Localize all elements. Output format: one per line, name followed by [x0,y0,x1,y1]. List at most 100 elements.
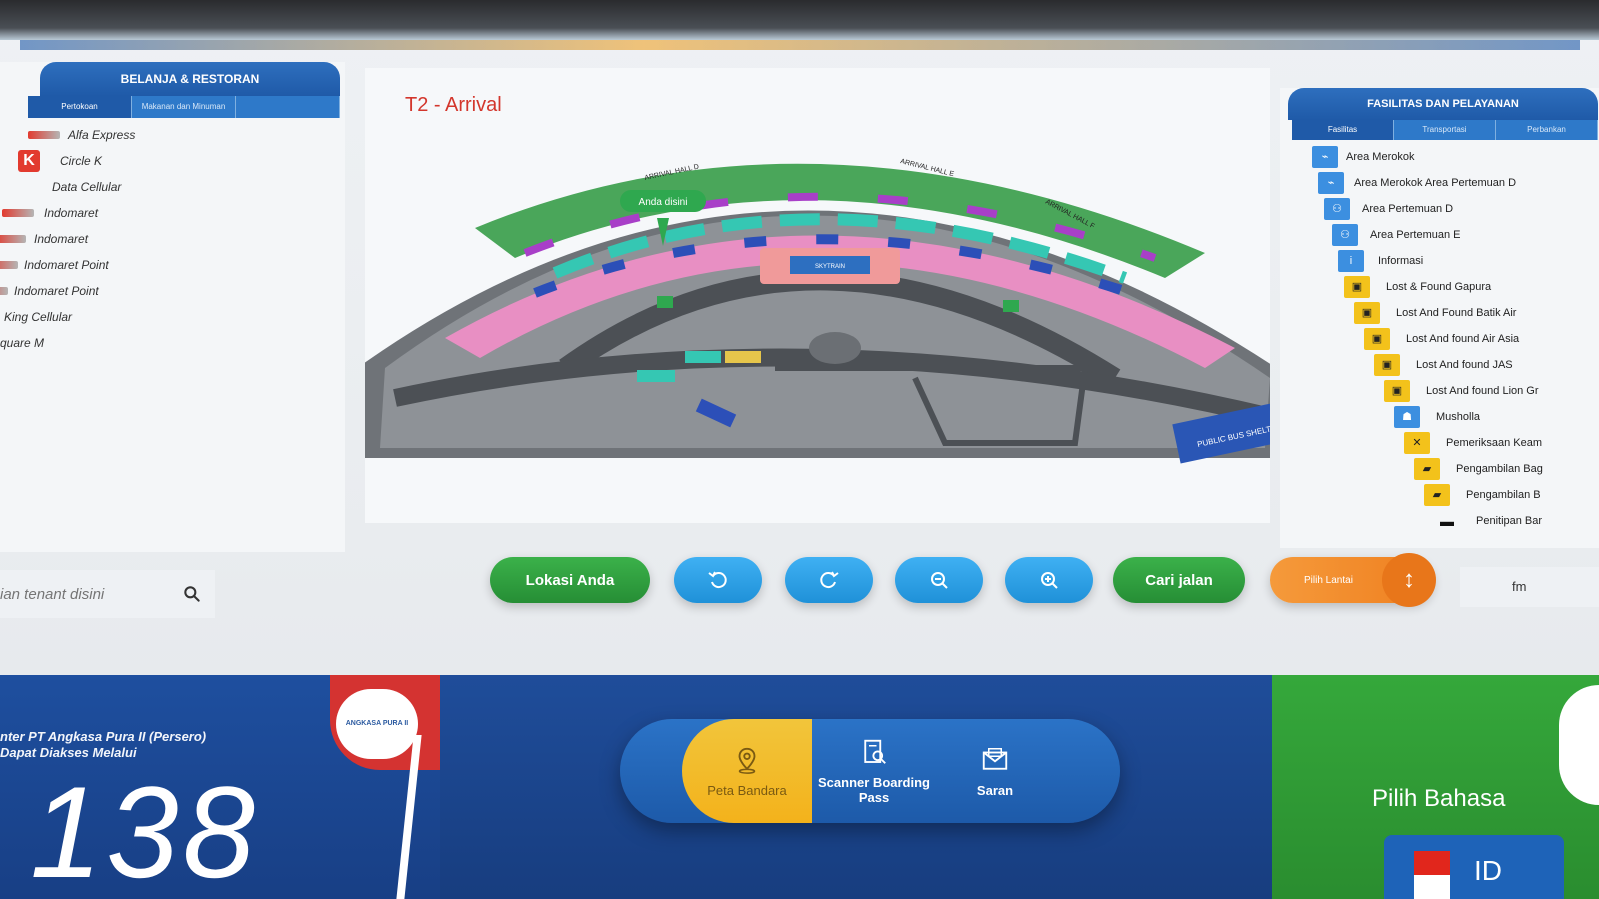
tenant-name: Indomaret [44,206,99,220]
info-icon: i [1338,250,1364,272]
facility-item[interactable]: ▰ Pengambilan Bag [1280,456,1599,482]
tab-pertokoan[interactable]: Pertokoan [28,96,132,118]
indomaret-logo [0,261,18,269]
facility-item[interactable]: ▣ Lost And found Lion Gr [1280,378,1599,404]
terminal-map[interactable]: SKYTRAIN Anda disini ARRIVAL HALL D ARRI… [365,68,1270,523]
tenant-item[interactable]: Indomaret Point [0,252,330,278]
parking-yellow [725,351,761,363]
facility-name: Pengambilan B [1466,489,1541,501]
facility-item[interactable]: ▰ Pengambilan B [1280,482,1599,508]
decor-arc [1559,685,1599,805]
facility-item[interactable]: ⌁ Area Merokok [1280,144,1599,170]
facility-item[interactable]: ▣ Lost And Found Batik Air [1280,300,1599,326]
facility-item[interactable]: ▣ Lost And found Air Asia [1280,326,1599,352]
center-roundabout [809,332,861,364]
find-route-button[interactable]: Cari jalan [1113,557,1245,603]
facility-item[interactable]: ▣ Lost & Found Gapura [1280,274,1599,300]
circlek-logo: K [18,150,40,172]
facilities-panel-title: FASILITAS DAN PELAYANAN [1288,88,1598,120]
tenant-item[interactable]: King Cellular [0,304,330,330]
scanner-icon [864,739,886,764]
lost-found-icon: ▣ [1384,380,1410,402]
indonesia-flag-icon [1414,851,1450,899]
facility-name: Informasi [1378,255,1424,267]
facility-name: Lost And found Lion Gr [1426,385,1539,397]
tenant-item[interactable]: quare M [0,330,330,356]
facility-item[interactable]: ⚇ Area Pertemuan E [1280,222,1599,248]
zoom-out-button[interactable] [895,557,983,603]
map-pin-icon [738,747,756,774]
rotate-right-icon [820,571,839,589]
callcenter-line-1: nter PT Angkasa Pura II (Persero) [0,729,207,744]
facility-list: ⌁ Area Merokok ⌁ Area Merokok Area Pertemu… [1280,144,1599,534]
rotate-right-button[interactable] [785,557,873,603]
indomaret-logo [0,235,26,243]
bottom-bar: nter PT Angkasa Pura II (Persero) Dapat … [0,675,1599,899]
exit-sign-left [657,296,673,308]
alfa-logo [28,131,60,139]
indomaret-logo [2,209,34,217]
tenant-name: Indomaret [34,232,89,246]
exit-sign-right [1003,300,1019,312]
facility-item[interactable]: i Informasi [1280,248,1599,274]
mail-icon [982,747,1008,770]
facility-name: Area Pertemuan E [1370,229,1461,241]
tab-makanan-minuman[interactable]: Makanan dan Minuman [132,96,236,118]
facility-name: Musholla [1436,411,1481,423]
tab-fasilitas[interactable]: Fasilitas [1292,120,1394,140]
my-location-button[interactable]: Lokasi Anda [490,557,650,603]
callcenter-line-2: Dapat Diakses Melalui [0,745,137,760]
pick-floor-button[interactable]: Pilih Lantai ↕ [1270,553,1436,607]
facility-name: Pemeriksaan Keam [1446,437,1542,449]
map-controls: Lokasi Anda Cari jalan Pilih Lantai ↕ fm [0,553,1599,615]
zoom-in-button[interactable] [1005,557,1093,603]
tenant-item[interactable]: K Circle K [0,148,330,174]
menu-scanner-boarding-pass[interactable]: Scanner Boarding Pass [812,719,936,823]
shopping-panel-title: BELANJA & RESTORAN [40,62,340,96]
facility-item[interactable]: ⚇ Area Pertemuan D [1280,196,1599,222]
screen-bezel [0,0,1599,40]
facility-name: Penitipan Bar [1476,515,1543,527]
lost-found-icon: ▣ [1354,302,1380,324]
fm-label[interactable]: fm [1460,567,1599,607]
locker-icon: ▬ [1440,513,1454,529]
smoking-icon: ⌁ [1312,146,1338,168]
facility-name: Area Merokok Area Pertemuan D [1354,177,1517,189]
facility-name: Area Pertemuan D [1362,203,1454,215]
tenant-item[interactable]: Indomaret Point [0,278,330,304]
facility-item[interactable]: ▬ Penitipan Bar [1280,508,1599,534]
tenant-name: Circle K [60,154,103,168]
pick-floor-label: Pilih Lantai [1304,574,1353,586]
language-title: Pilih Bahasa [1372,785,1506,812]
tenant-item[interactable]: Indomaret [0,200,330,226]
tab-transportasi[interactable]: Transportasi [1394,120,1496,140]
facility-name: Lost And Found Batik Air [1396,307,1517,319]
tab-perbankan[interactable]: Perbankan [1496,120,1598,140]
zoom-out-icon [931,572,948,589]
facilities-tabs: Fasilitas Transportasi Perbankan [1292,120,1598,140]
tenant-name: Data Cellular [52,180,122,194]
menu-peta-bandara[interactable]: Peta Bandara [682,719,812,823]
you-are-here-label: Anda disini [639,197,688,208]
language-selector[interactable]: ID [1384,835,1564,899]
skytrain-label: SKYTRAIN [815,264,845,270]
tenant-item[interactable]: Data Cellular [0,174,330,200]
facility-name: Lost And found Air Asia [1406,333,1520,345]
facility-item[interactable]: ▣ Lost And found JAS [1280,352,1599,378]
shopping-panel: BELANJA & RESTORAN Pertokoan Makanan dan… [0,62,345,552]
smoking-icon: ⌁ [1318,172,1344,194]
tenant-name: Indomaret Point [14,284,99,298]
baggage-icon: ▰ [1424,484,1450,506]
tenant-item[interactable]: Indomaret [0,226,330,252]
indomaret-logo [0,287,8,295]
menu-saran[interactable]: Saran [936,719,1054,823]
baggage-icon: ▰ [1414,458,1440,480]
zoom-in-icon [1041,572,1058,589]
tab-empty[interactable] [236,96,340,118]
tenant-item[interactable]: Alfa Express [0,122,330,148]
rotate-left-button[interactable] [674,557,762,603]
facility-item[interactable]: ☗ Musholla [1280,404,1599,430]
facility-item[interactable]: ✕ Pemeriksaan Keam [1280,430,1599,456]
facility-item[interactable]: ⌁ Area Merokok Area Pertemuan D [1280,170,1599,196]
parking-teal [685,351,721,363]
